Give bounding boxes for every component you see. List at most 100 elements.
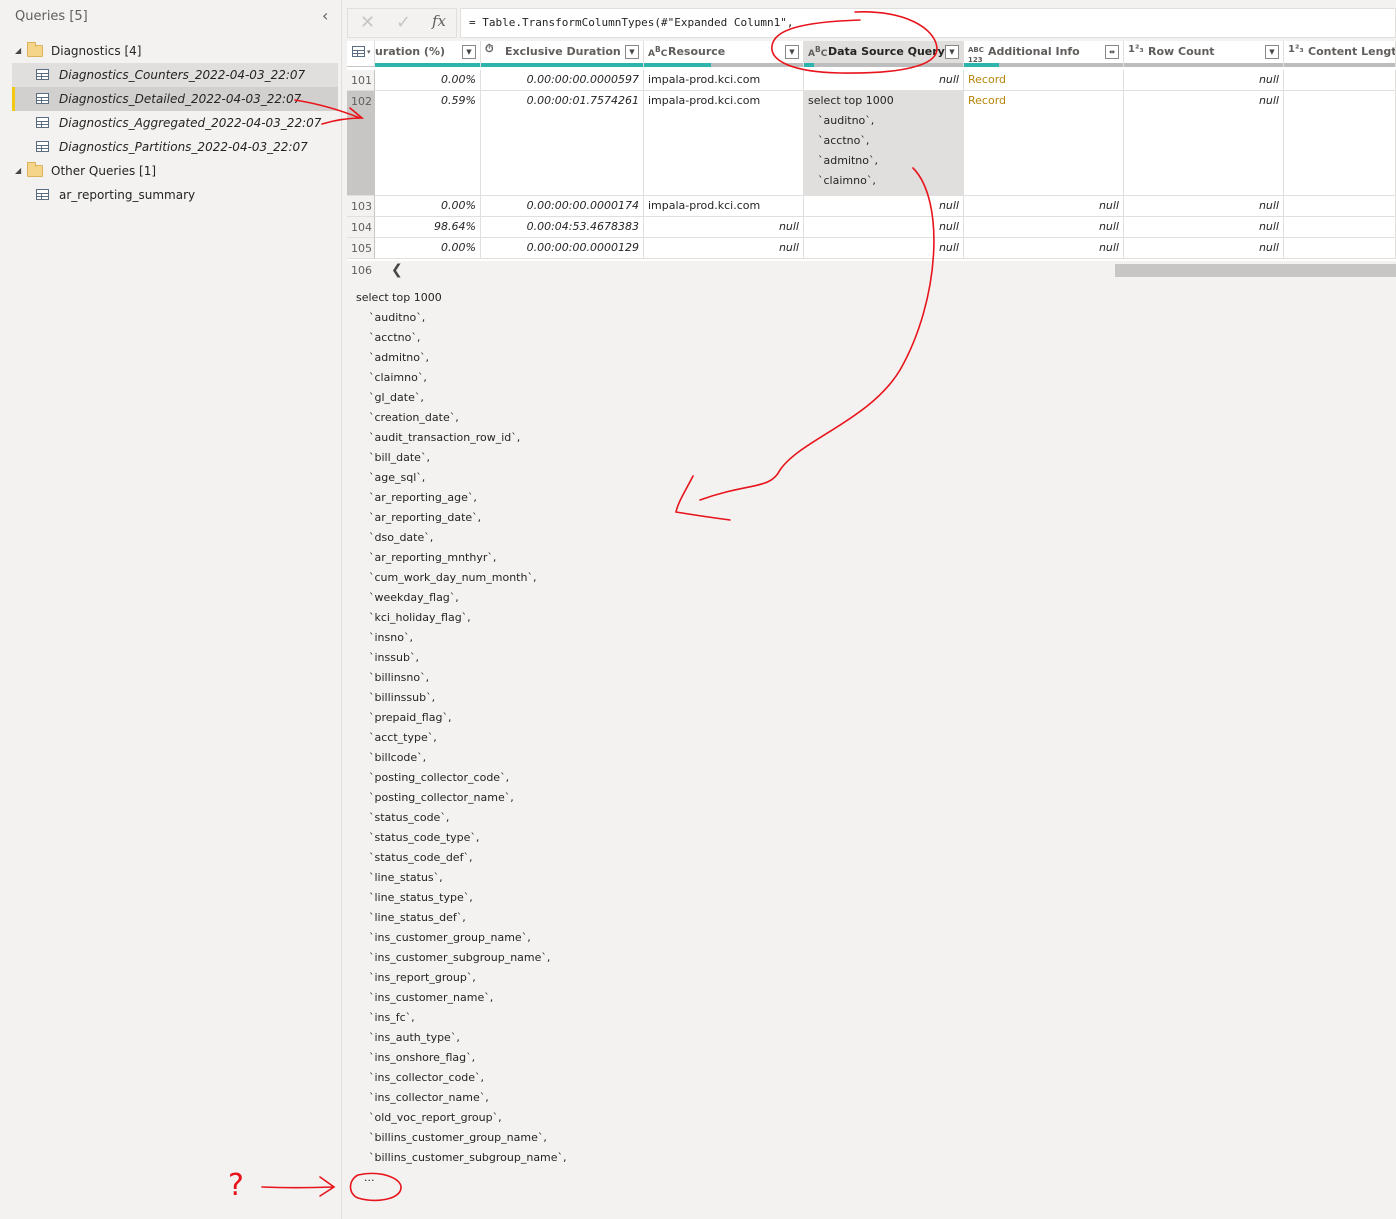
query-item[interactable]: Diagnostics_Aggregated_2022-04-03_22:07: [12, 111, 338, 135]
table-cell[interactable]: 0.00%: [375, 70, 481, 91]
filter-dropdown-icon[interactable]: ▼: [462, 45, 476, 59]
table-cell[interactable]: 98.64%: [375, 217, 481, 238]
column-header[interactable]: ⏱ Exclusive Duration ▼: [481, 41, 644, 67]
row-number[interactable]: 106: [347, 261, 375, 281]
table-cell[interactable]: null: [804, 238, 964, 259]
table-cell[interactable]: 0.00:00:00.0000129: [481, 238, 644, 259]
column-header[interactable]: 1²₃ Content Length: [1284, 41, 1396, 67]
column-header[interactable]: ABC 123 Additional Info ⇹: [964, 41, 1124, 67]
details-line: `dso_date`,: [369, 531, 434, 544]
table-cell[interactable]: null: [1124, 91, 1284, 196]
table-cell[interactable]: null: [644, 217, 804, 238]
table-cell[interactable]: 0.00:00:01.7574261: [481, 91, 644, 196]
details-line: `ins_customer_group_name`,: [369, 931, 531, 944]
details-line: `age_sql`,: [369, 471, 426, 484]
filter-dropdown-icon[interactable]: ▼: [945, 45, 959, 59]
table-cell[interactable]: [1284, 238, 1396, 259]
filter-dropdown-icon[interactable]: ▼: [625, 45, 639, 59]
column-header[interactable]: ABC Resource ▼: [644, 41, 804, 67]
details-line: `billinsno`,: [369, 671, 430, 684]
details-line: `bill_date`,: [369, 451, 430, 464]
row-number[interactable]: 103: [347, 196, 375, 217]
cancel-icon[interactable]: ✕: [360, 12, 375, 33]
table-cell[interactable]: null: [804, 196, 964, 217]
details-line: `posting_collector_code`,: [369, 771, 510, 784]
table-cell[interactable]: 0.00:04:53.4678383: [481, 217, 644, 238]
scroll-left-icon[interactable]: ❮: [391, 262, 403, 278]
arrow-annotation: [675, 475, 731, 521]
table-cell[interactable]: [1284, 217, 1396, 238]
table-cell[interactable]: Record: [964, 91, 1124, 196]
scrollbar-thumb[interactable]: [1115, 264, 1396, 277]
table-cell[interactable]: null: [804, 70, 964, 91]
table-cell[interactable]: impala-prod.kci.com: [644, 91, 804, 196]
column-header[interactable]: 1²₃ Row Count ▼: [1124, 41, 1284, 67]
table-cell[interactable]: 0.00%: [375, 196, 481, 217]
table-cell[interactable]: null: [964, 196, 1124, 217]
text-type-icon: ABC: [808, 45, 828, 59]
details-line: `ins_customer_subgroup_name`,: [369, 951, 551, 964]
details-line: `ins_onshore_flag`,: [369, 1051, 476, 1064]
query-item[interactable]: Diagnostics_Counters_2022-04-03_22:07: [12, 63, 338, 87]
expand-triangle-icon[interactable]: ◢: [15, 159, 21, 183]
row-number[interactable]: 104: [347, 217, 375, 238]
formula-buttons: ✕ ✓ fx: [347, 8, 457, 38]
details-line: `acctno`,: [369, 331, 421, 344]
horizontal-scrollbar[interactable]: 106 ❮: [347, 261, 1396, 281]
table-cell[interactable]: 0.00%: [375, 238, 481, 259]
details-line: `claimno`,: [369, 371, 427, 384]
query-item-selected[interactable]: Diagnostics_Detailed_2022-04-03_22:07: [12, 87, 338, 111]
table-icon: [36, 69, 49, 80]
group-other-queries[interactable]: ◢ Other Queries [1]: [0, 159, 341, 183]
column-header-data-source-query[interactable]: ABC Data Source Query ▼: [804, 41, 964, 67]
table-cell[interactable]: null: [804, 217, 964, 238]
table-cell[interactable]: [1284, 70, 1396, 91]
table-icon: [36, 189, 49, 200]
details-line: `inssub`,: [369, 651, 419, 664]
table-cell-selected[interactable]: select top 1000 `auditno`, `acctno`, `ad…: [804, 91, 964, 196]
details-line: `billins_customer_group_name`,: [369, 1131, 547, 1144]
table-cell[interactable]: null: [1124, 196, 1284, 217]
group-label: Diagnostics [4]: [51, 44, 142, 58]
column-header[interactable]: uration (%) ▼: [375, 41, 481, 67]
table-cell[interactable]: 0.00:00:00.0000174: [481, 196, 644, 217]
table-cell[interactable]: 0.00:00:00.0000597: [481, 70, 644, 91]
table-cell[interactable]: null: [964, 217, 1124, 238]
row-number[interactable]: 105: [347, 238, 375, 259]
table-cell[interactable]: Record: [964, 70, 1124, 91]
expand-triangle-icon[interactable]: ◢: [15, 39, 21, 63]
check-icon[interactable]: ✓: [396, 12, 411, 33]
table-cell[interactable]: 0.59%: [375, 91, 481, 196]
details-line: `ar_reporting_date`,: [369, 511, 482, 524]
details-line: `ins_report_group`,: [369, 971, 476, 984]
table-cell[interactable]: null: [1124, 217, 1284, 238]
formula-input[interactable]: = Table.TransformColumnTypes(#"Expanded …: [460, 8, 1396, 38]
table-cell[interactable]: null: [1124, 238, 1284, 259]
group-diagnostics[interactable]: ◢ Diagnostics [4]: [0, 39, 341, 63]
table-cell[interactable]: null: [644, 238, 804, 259]
query-item[interactable]: ar_reporting_summary: [12, 183, 338, 207]
filter-dropdown-icon[interactable]: ▼: [785, 45, 799, 59]
table-cell[interactable]: impala-prod.kci.com: [644, 196, 804, 217]
details-line: `status_code_def`,: [369, 851, 473, 864]
chevron-left-icon[interactable]: ‹: [322, 6, 328, 25]
table-cell[interactable]: [1284, 91, 1396, 196]
table-cell[interactable]: [1284, 196, 1396, 217]
cell-line: `admitno`,: [818, 154, 879, 167]
query-label: Diagnostics_Partitions_2022-04-03_22:07: [59, 140, 308, 154]
table-cell[interactable]: null: [964, 238, 1124, 259]
table-cell[interactable]: null: [1124, 70, 1284, 91]
table-cell[interactable]: impala-prod.kci.com: [644, 70, 804, 91]
row-number[interactable]: 102: [347, 91, 375, 196]
fx-icon[interactable]: fx: [432, 12, 446, 30]
any-type-icon: ABC 123: [968, 46, 984, 64]
details-line: `ins_collector_code`,: [369, 1071, 485, 1084]
expand-column-icon[interactable]: ⇹: [1105, 45, 1119, 59]
table-icon: [352, 46, 365, 57]
details-line: select top 1000: [356, 291, 442, 304]
filter-dropdown-icon[interactable]: ▼: [1265, 45, 1279, 59]
row-number[interactable]: 101: [347, 70, 375, 91]
details-line: `admitno`,: [369, 351, 430, 364]
query-item[interactable]: Diagnostics_Partitions_2022-04-03_22:07: [12, 135, 338, 159]
table-menu-button[interactable]: ▾: [347, 41, 375, 67]
